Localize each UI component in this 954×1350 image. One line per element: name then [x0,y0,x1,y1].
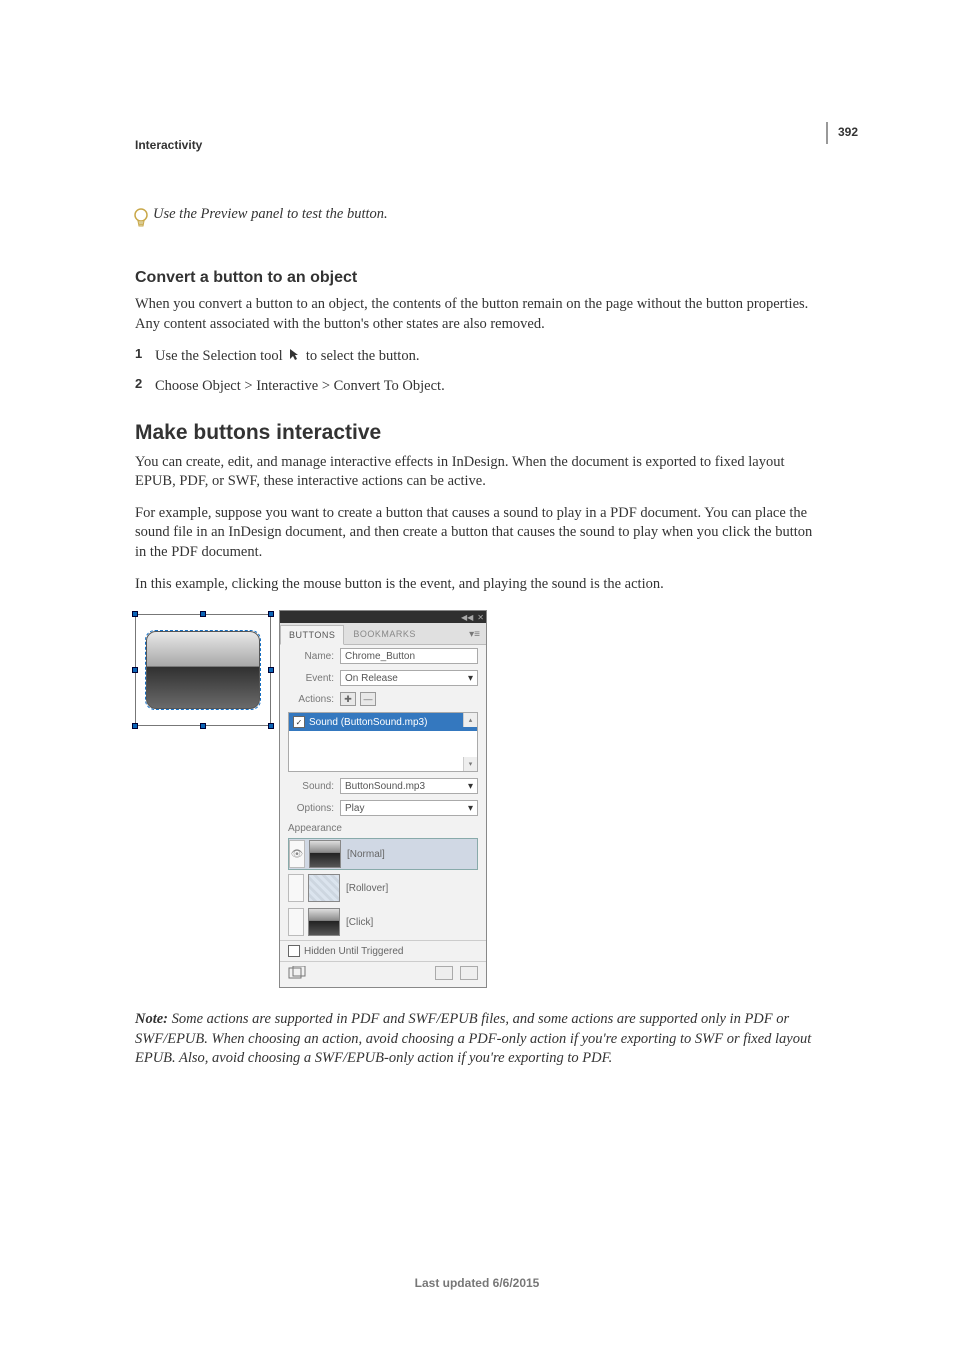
row-name: Name: Chrome_Button [280,645,486,667]
handle-icon [268,723,274,729]
convert-to-object-icon[interactable] [288,966,306,983]
step-2: 2 Choose Object > Interactive > Convert … [135,376,827,396]
panel-titlebar: ◀◀ ✕ [280,611,486,623]
para-make-1: You can create, edit, and manage interac… [135,453,827,492]
state-click[interactable]: [Click] [288,906,478,938]
figure-buttons-panel: ◀◀ ✕ BUTTONS BOOKMARKS ▾≡ Name: Chrome_B… [135,610,827,988]
chevron-down-icon: ▾ [468,803,473,814]
event-dropdown[interactable]: On Release ▾ [340,670,478,686]
note-block: Note: Some actions are supported in PDF … [135,1010,827,1069]
heading-convert: Convert a button to an object [135,269,827,287]
name-input[interactable]: Chrome_Button [340,648,478,664]
action-item-label: Sound (ButtonSound.mp3) [309,717,427,728]
selection-outline [145,630,261,710]
handle-icon [132,611,138,617]
options-label: Options: [288,803,334,814]
handle-icon [200,611,206,617]
state-name: [Click] [346,917,373,928]
state-rollover[interactable]: [Rollover] [288,872,478,904]
hidden-label: Hidden Until Triggered [304,946,404,957]
state-thumbnail [309,840,341,868]
para-convert: When you convert a button to an object, … [135,295,827,334]
step-1: 1 Use the Selection tool to select the b… [135,346,827,368]
handle-icon [132,667,138,673]
scroll-up-icon[interactable]: ▴ [463,713,477,727]
hidden-checkbox[interactable] [288,945,300,957]
appearance-label: Appearance [280,819,486,836]
tab-buttons[interactable]: BUTTONS [280,625,344,645]
handle-icon [200,723,206,729]
options-value: Play [345,803,364,814]
panel-footer [280,961,486,987]
delete-icon[interactable] [460,966,478,980]
chapter-title: Interactivity [135,138,827,152]
page-number: 392 [838,125,858,139]
row-sound: Sound: ButtonSound.mp3 ▾ [280,775,486,797]
handle-icon [132,723,138,729]
para-make-3: In this example, clicking the mouse butt… [135,575,827,595]
row-options: Options: Play ▾ [280,797,486,819]
eye-icon[interactable] [288,908,304,936]
name-label: Name: [288,651,334,662]
step1-text-b: to select the button. [302,348,419,364]
figure-button-preview [135,614,271,726]
close-icon[interactable]: ✕ [477,613,484,622]
scroll-down-icon[interactable]: ▾ [463,757,477,771]
chevron-down-icon: ▾ [468,673,473,684]
event-value: On Release [345,673,398,684]
selection-tool-icon [288,348,300,368]
collapse-icon[interactable]: ◀◀ [461,613,473,622]
row-event: Event: On Release ▾ [280,667,486,689]
state-thumbnail [308,874,340,902]
name-value: Chrome_Button [345,651,415,662]
event-label: Event: [288,673,334,684]
add-action-button[interactable]: ✚ [340,692,356,706]
options-dropdown[interactable]: Play ▾ [340,800,478,816]
handle-icon [268,611,274,617]
panel-menu-icon[interactable]: ▾≡ [463,625,486,644]
buttons-panel: ◀◀ ✕ BUTTONS BOOKMARKS ▾≡ Name: Chrome_B… [279,610,487,988]
last-updated: Last updated 6/6/2015 [0,1276,954,1290]
heading-make-interactive: Make buttons interactive [135,421,827,445]
hidden-until-triggered-row: Hidden Until Triggered [280,940,486,961]
remove-action-button[interactable]: — [360,692,376,706]
sound-label: Sound: [288,781,334,792]
state-thumbnail [308,908,340,936]
step-body: Choose Object > Interactive > Convert To… [155,376,445,396]
note-text: Some actions are supported in PDF and SW… [135,1011,811,1066]
eye-icon[interactable] [288,874,304,902]
step-body: Use the Selection tool to select the but… [155,346,419,368]
eye-icon[interactable]: 👁 [289,840,305,868]
para-make-2: For example, suppose you want to create … [135,504,827,563]
tip-text: Use the Preview panel to test the button… [153,206,388,223]
step-number: 2 [135,376,155,396]
step1-text-a: Use the Selection tool [155,348,286,364]
panel-tabs: BUTTONS BOOKMARKS ▾≡ [280,623,486,645]
actions-label: Actions: [288,694,334,705]
state-name: [Rollover] [346,883,388,894]
actions-list[interactable]: ✓ Sound (ButtonSound.mp3) ▴ ▾ [288,712,478,772]
sound-value: ButtonSound.mp3 [345,781,425,792]
preview-spread-icon[interactable] [435,966,453,980]
state-name: [Normal] [347,849,385,860]
note-label: Note: [135,1011,172,1027]
tip-block: Use the Preview panel to test the button… [133,206,827,235]
action-checkbox[interactable]: ✓ [293,716,305,728]
tab-bookmarks[interactable]: BOOKMARKS [344,624,425,644]
handle-icon [268,667,274,673]
action-item-sound[interactable]: ✓ Sound (ButtonSound.mp3) [289,713,477,731]
row-actions: Actions: ✚ — [280,689,486,709]
sound-dropdown[interactable]: ButtonSound.mp3 ▾ [340,778,478,794]
chevron-down-icon: ▾ [468,781,473,792]
lightbulb-icon [133,208,147,235]
step-number: 1 [135,346,155,368]
state-normal[interactable]: 👁 [Normal] [288,838,478,870]
